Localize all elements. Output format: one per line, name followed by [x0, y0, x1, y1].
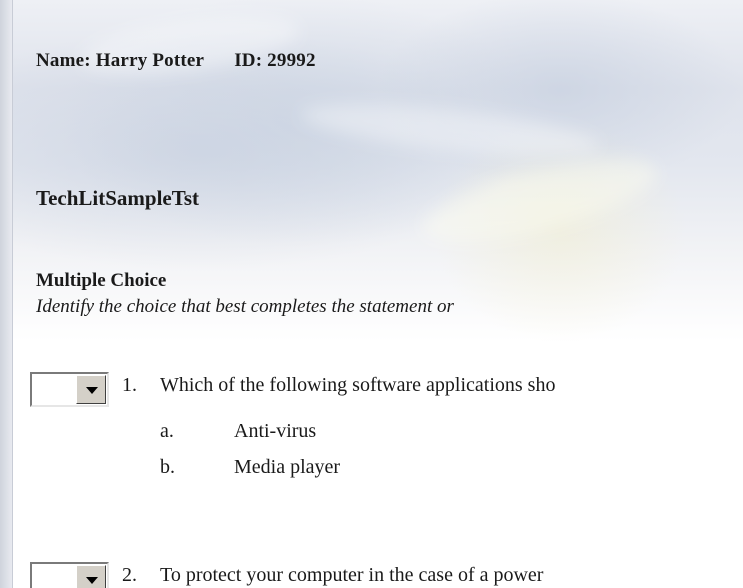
- dropdown-button[interactable]: [76, 565, 106, 588]
- student-info: Name: Harry Potter ID: 29992: [36, 50, 316, 72]
- student-id: ID: 29992: [234, 50, 316, 71]
- background-swirl: [416, 141, 664, 259]
- chevron-down-icon: [86, 387, 98, 394]
- option-text: Media player: [234, 456, 341, 478]
- question-number: 2.: [122, 564, 137, 586]
- student-name: Name: Harry Potter: [36, 50, 205, 71]
- question-text: Which of the following software applicat…: [160, 374, 556, 396]
- option-letter: a.: [160, 420, 174, 442]
- option-letter: b.: [160, 456, 175, 478]
- question-number: 1.: [122, 374, 137, 396]
- background-swirl: [77, 4, 303, 86]
- test-title: TechLitSampleTst: [36, 186, 199, 210]
- option-text: Anti-virus: [234, 420, 317, 442]
- section-instructions: Identify the choice that best completes …: [36, 296, 454, 317]
- left-border: [0, 0, 13, 588]
- section-title: Multiple Choice: [36, 270, 167, 291]
- background-swirl: [298, 94, 602, 166]
- answer-select-2[interactable]: [30, 562, 109, 588]
- quiz-page: Name: Harry Potter ID: 29992 TechLitSampl…: [0, 0, 743, 588]
- dropdown-button[interactable]: [76, 375, 106, 404]
- question-text: To protect your computer in the case of …: [160, 564, 544, 586]
- chevron-down-icon: [86, 577, 98, 584]
- answer-select-1[interactable]: [30, 372, 109, 407]
